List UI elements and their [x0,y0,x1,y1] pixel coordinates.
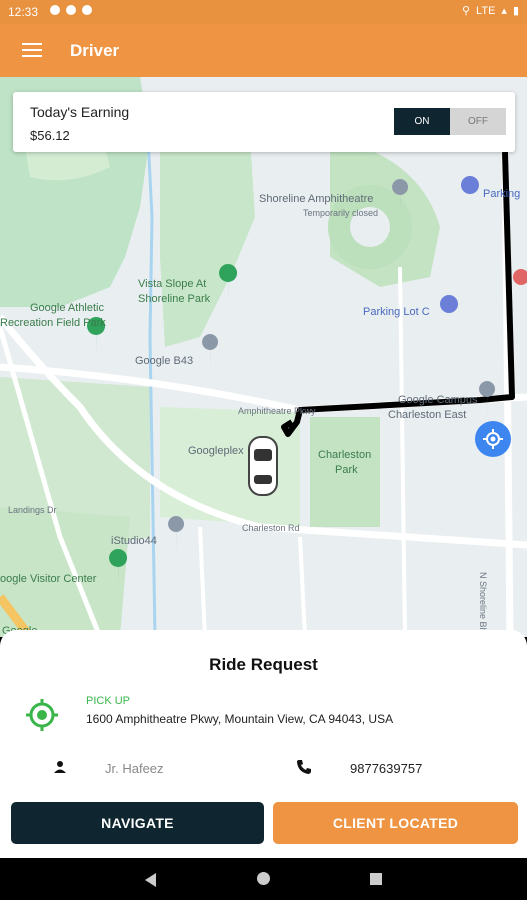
pickup-target-icon [26,699,58,731]
map-label-charleston-1: Charleston [318,449,372,461]
ride-request-sheet: Ride Request PICK UP 1600 Amphitheatre P… [0,630,527,858]
home-icon[interactable] [257,872,270,885]
app-title: Driver [70,41,120,60]
map-label-visitor-center: oogle Visitor Center [0,573,97,585]
map-label-charleston-2: Park [335,464,358,476]
location-icon: ⚲ [461,5,471,17]
pickup-address: 1600 Amphitheatre Pkwy, Mountain View, C… [86,712,394,726]
ride-request-title: Ride Request [209,655,318,674]
system-nav-bar [0,858,527,900]
map-label-googleplex: Googleplex [188,445,244,457]
map-label-parking-lot-c: Parking Lot C [363,306,430,318]
map-view[interactable]: Shoreline Amphitheatre Temporarily close… [0,77,527,637]
earnings-amount: $56.12 [30,128,70,143]
rider-name: Jr. Hafeez [105,761,164,776]
map-label-landings: Landings Dr [8,505,57,515]
my-location-button[interactable] [475,421,511,457]
status-time: 12:33 [8,5,39,19]
status-right: ⚲ LTE ▴ ▮ [461,4,519,18]
client-located-button[interactable]: CLIENT LOCATED [273,802,518,844]
map-label-athletic-2: Recreation Field Park [0,317,106,329]
availability-toggle[interactable]: ON OFF [394,108,506,135]
notification-icons [50,5,92,15]
map-label-shoreline-blvd: N Shoreline Blvd [478,572,488,637]
map-label-closed: Temporarily closed [303,208,379,218]
earnings-card: Today's Earning $56.12 ON OFF [13,92,515,152]
person-icon [54,761,66,773]
network-type: LTE [476,4,496,17]
recent-apps-icon[interactable] [370,873,382,885]
map-label-google-b43: Google B43 [135,355,194,367]
status-bar: 12:33 ⚲ LTE ▴ ▮ [0,0,527,24]
map-label-istudio: iStudio44 [111,535,157,547]
map-label-google-campus-1: Google Campus [398,394,478,406]
rider-phone[interactable]: 9877639757 [350,761,422,776]
signal-icon: ▴ [501,5,507,17]
map-label-vista-1: Vista Slope At [138,278,207,290]
toggle-on-button[interactable]: ON [394,108,450,135]
my-location-icon [483,429,503,449]
phone-icon[interactable] [296,759,312,775]
map-label-vista-2: Shoreline Park [138,293,211,305]
map-label-amphitheatre-road: Amphitheatre Pkwy [238,406,316,416]
map-label-athletic-1: Google Athletic [30,302,104,314]
messenger-icon [82,5,92,15]
back-icon[interactable] [145,873,156,887]
map-label-parking: Parking [483,188,521,200]
app-bar: Driver [0,24,527,77]
hamburger-menu-icon[interactable] [22,43,42,57]
map-label-google-campus-2: Charleston East [388,409,467,421]
map-canvas [0,77,527,637]
navigate-button[interactable]: NAVIGATE [11,802,264,844]
storage-icon [66,5,76,15]
pickup-label: PICK UP [86,695,131,707]
earnings-label: Today's Earning [30,104,130,120]
battery-icon: ▮ [512,5,519,17]
map-label-charleston-rd: Charleston Rd [242,523,300,533]
map-label-shoreline: Shoreline Amphitheatre [259,193,374,205]
toggle-off-button[interactable]: OFF [450,108,506,135]
notification-icon [50,5,60,15]
